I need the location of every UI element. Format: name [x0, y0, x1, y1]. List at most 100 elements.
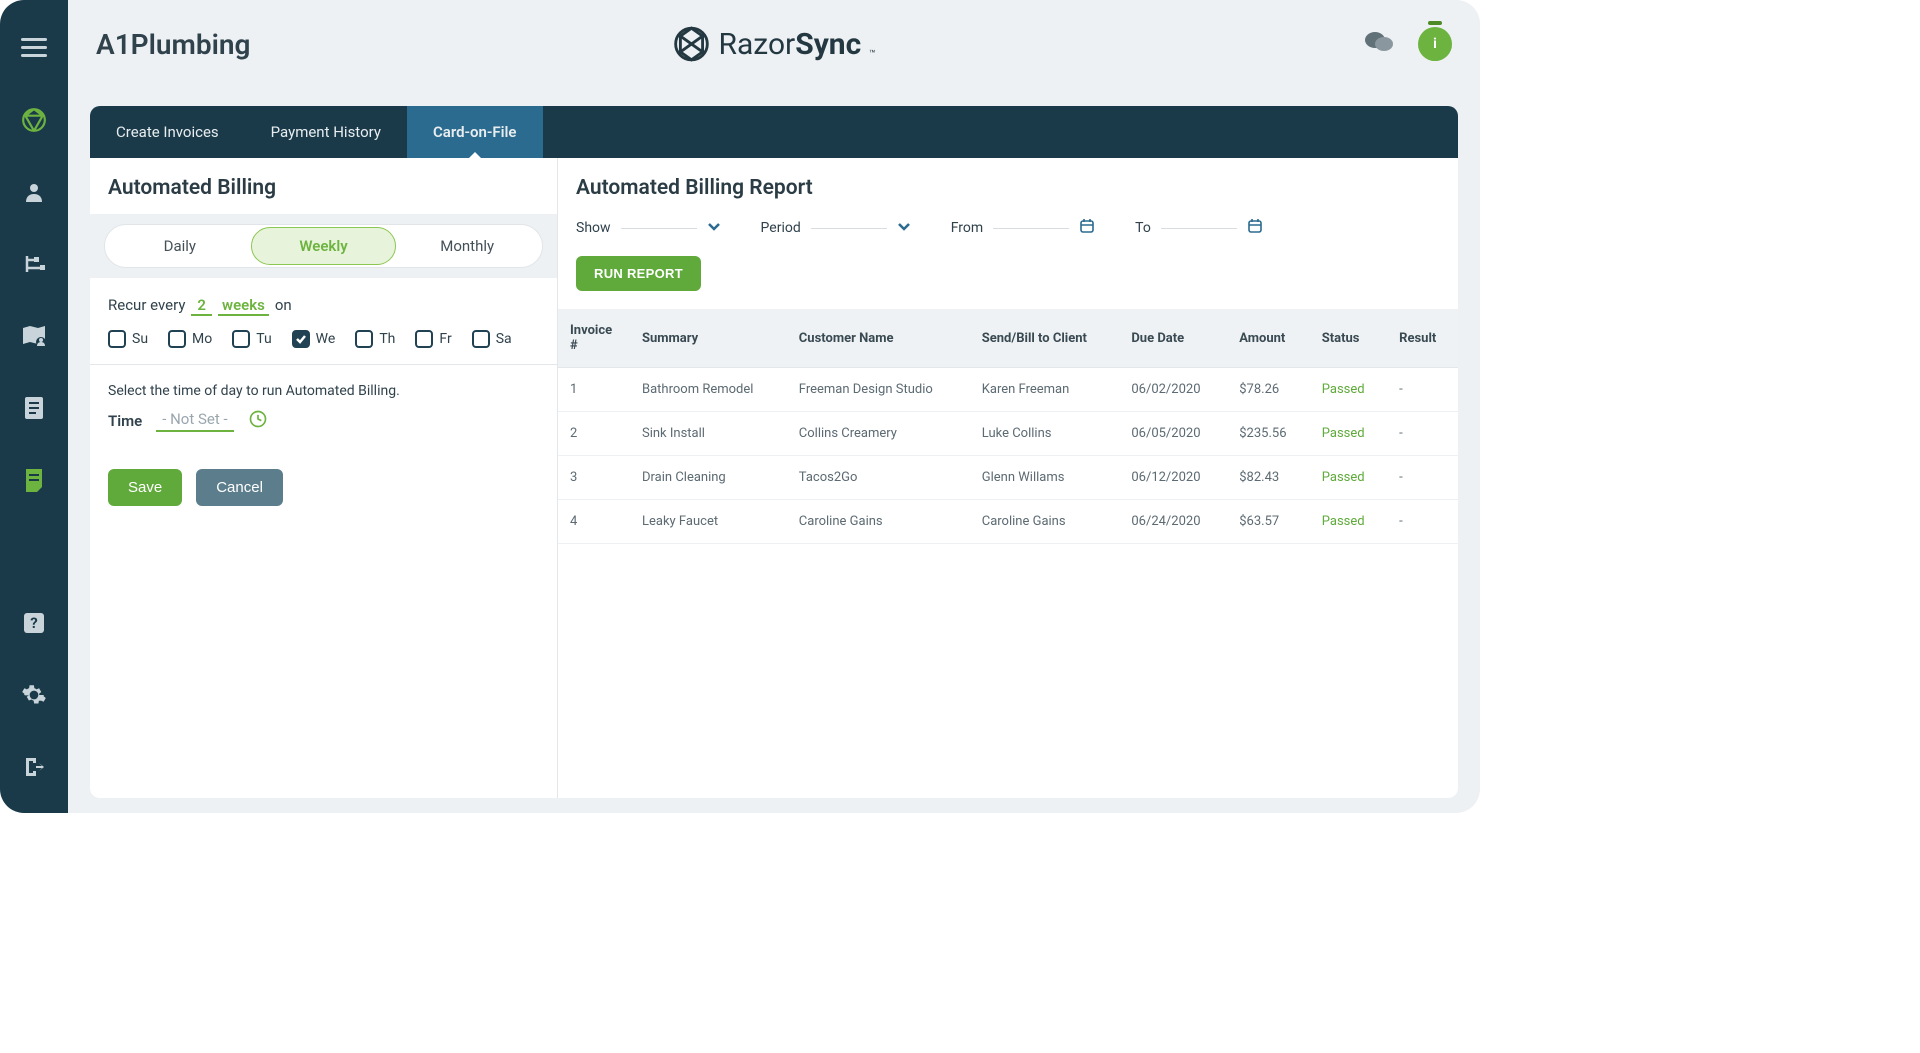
- table-header-row: Invoice #SummaryCustomer NameSend/Bill t…: [558, 309, 1458, 368]
- table-cell: -: [1387, 368, 1458, 412]
- filter-divider: [1161, 228, 1237, 229]
- table-body: 1Bathroom RemodelFreeman Design StudioKa…: [558, 368, 1458, 544]
- run-report-wrap: RUN REPORT: [558, 256, 1458, 309]
- table-cell: 4: [558, 500, 630, 544]
- day-label: Sa: [496, 331, 512, 347]
- nav-hierarchy-icon[interactable]: [18, 248, 50, 280]
- filter-from[interactable]: From: [951, 218, 1095, 238]
- day-checkbox-sa[interactable]: Sa: [472, 330, 512, 348]
- table-row[interactable]: 3Drain CleaningTacos2GoGlenn Willams06/1…: [558, 456, 1458, 500]
- day-label: Th: [379, 331, 395, 347]
- table-cell: Bathroom Remodel: [630, 368, 787, 412]
- nav-logout-icon[interactable]: [18, 751, 50, 783]
- day-checkbox-su[interactable]: Su: [108, 330, 148, 348]
- time-value-input[interactable]: - Not Set -: [156, 410, 233, 432]
- panel-billing-report: Automated Billing Report Show Period: [558, 158, 1458, 798]
- billing-title: Automated Billing: [90, 158, 557, 214]
- day-checkbox-tu[interactable]: Tu: [232, 330, 271, 348]
- chevron-down-icon: [707, 220, 721, 236]
- nav-notes-icon[interactable]: [18, 464, 50, 496]
- day-label: Tu: [256, 331, 271, 347]
- nav-document-icon[interactable]: [18, 392, 50, 424]
- nav-map-icon[interactable]: [18, 320, 50, 352]
- table-header-cell[interactable]: Send/Bill to Client: [970, 309, 1120, 368]
- table-cell: 06/05/2020: [1119, 412, 1227, 456]
- table-cell: $82.43: [1227, 456, 1310, 500]
- table-cell: $235.56: [1227, 412, 1310, 456]
- user-avatar[interactable]: i: [1418, 27, 1452, 61]
- main: A1Plumbing RazorSync ™ i Create Invoices…: [68, 0, 1480, 813]
- tab-create-invoices[interactable]: Create Invoices: [90, 106, 245, 158]
- recur-label: Recur every: [108, 296, 185, 314]
- table-cell: 2: [558, 412, 630, 456]
- nav-help-icon[interactable]: ?: [18, 607, 50, 639]
- day-checkbox-th[interactable]: Th: [355, 330, 395, 348]
- clock-icon[interactable]: [248, 409, 268, 433]
- nav-user-icon[interactable]: [18, 176, 50, 208]
- table-cell: Caroline Gains: [787, 500, 970, 544]
- recur-unit-select[interactable]: weeks: [218, 296, 269, 316]
- tabs: Create InvoicesPayment HistoryCard-on-Fi…: [90, 106, 1458, 158]
- run-report-button[interactable]: RUN REPORT: [576, 256, 701, 291]
- filter-show[interactable]: Show: [576, 220, 721, 236]
- table-row[interactable]: 1Bathroom RemodelFreeman Design StudioKa…: [558, 368, 1458, 412]
- table-cell: -: [1387, 500, 1458, 544]
- time-description: Select the time of day to run Automated …: [108, 383, 539, 399]
- table-cell: Luke Collins: [970, 412, 1120, 456]
- hamburger-menu-icon[interactable]: [18, 32, 50, 64]
- checkbox-icon: [108, 330, 126, 348]
- filter-divider: [811, 228, 887, 229]
- table-cell: $63.57: [1227, 500, 1310, 544]
- table-cell: Collins Creamery: [787, 412, 970, 456]
- day-checkbox-mo[interactable]: Mo: [168, 330, 212, 348]
- tab-card-on-file[interactable]: Card-on-File: [407, 106, 543, 158]
- sidebar-bottom: ?: [18, 607, 50, 813]
- calendar-icon: [1079, 218, 1095, 238]
- table-cell: 1: [558, 368, 630, 412]
- filter-from-label: From: [951, 220, 983, 236]
- chat-icon[interactable]: [1364, 28, 1394, 60]
- table-cell: Drain Cleaning: [630, 456, 787, 500]
- recur-value-input[interactable]: 2: [191, 296, 212, 316]
- day-checkbox-fr[interactable]: Fr: [415, 330, 451, 348]
- table-cell: -: [1387, 412, 1458, 456]
- nav-dashboard-icon[interactable]: [18, 104, 50, 136]
- day-checkbox-we[interactable]: We: [292, 330, 336, 348]
- table-cell: Passed: [1310, 456, 1387, 500]
- cancel-button[interactable]: Cancel: [196, 469, 283, 506]
- frequency-option-weekly[interactable]: Weekly: [251, 227, 397, 265]
- table-row[interactable]: 2Sink InstallCollins CreameryLuke Collin…: [558, 412, 1458, 456]
- table-header-cell[interactable]: Customer Name: [787, 309, 970, 368]
- table-cell: 06/24/2020: [1119, 500, 1227, 544]
- brand-logo: RazorSync ™: [672, 25, 875, 63]
- table-row[interactable]: 4Leaky FaucetCaroline GainsCaroline Gain…: [558, 500, 1458, 544]
- recur-block: Recur every 2 weeks on Su Mo Tu We Th Fr Sa: [90, 278, 557, 365]
- nav-settings-icon[interactable]: [18, 679, 50, 711]
- day-label: Fr: [439, 331, 451, 347]
- table-cell: 3: [558, 456, 630, 500]
- brand-text: RazorSync: [718, 27, 861, 62]
- day-label: Mo: [192, 331, 212, 347]
- table-header-cell[interactable]: Status: [1310, 309, 1387, 368]
- table-cell: Leaky Faucet: [630, 500, 787, 544]
- checkbox-icon: [472, 330, 490, 348]
- day-label: We: [316, 331, 336, 347]
- tab-payment-history[interactable]: Payment History: [245, 106, 407, 158]
- filter-to[interactable]: To: [1135, 218, 1263, 238]
- table-cell: -: [1387, 456, 1458, 500]
- frequency-option-daily[interactable]: Daily: [108, 228, 252, 264]
- recur-line: Recur every 2 weeks on: [108, 296, 539, 316]
- filter-period-label: Period: [761, 220, 801, 236]
- table-header-cell[interactable]: Invoice #: [558, 309, 630, 368]
- panel-automated-billing: Automated Billing DailyWeeklyMonthly Rec…: [90, 158, 558, 798]
- table-header-cell[interactable]: Result: [1387, 309, 1458, 368]
- table-cell: Passed: [1310, 368, 1387, 412]
- filter-period[interactable]: Period: [761, 220, 911, 236]
- save-button[interactable]: Save: [108, 469, 182, 506]
- frequency-option-monthly[interactable]: Monthly: [395, 228, 539, 264]
- table-header-cell[interactable]: Due Date: [1119, 309, 1227, 368]
- company-name: A1Plumbing: [96, 28, 250, 61]
- topbar-right: i: [1364, 27, 1452, 61]
- table-header-cell[interactable]: Summary: [630, 309, 787, 368]
- table-header-cell[interactable]: Amount: [1227, 309, 1310, 368]
